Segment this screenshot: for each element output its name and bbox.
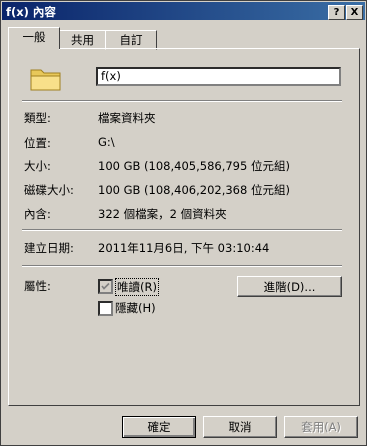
separator [22, 100, 342, 102]
separator [22, 229, 342, 231]
size-on-disk-value: 100 GB (108,406,202,368 位元組) [98, 183, 290, 197]
folder-name-field[interactable]: f(x) [96, 67, 341, 86]
separator [22, 265, 342, 267]
cancel-button[interactable]: 取消 [203, 416, 277, 438]
folder-icon [30, 69, 61, 91]
help-button[interactable]: ? [328, 5, 345, 20]
readonly-label[interactable]: 唯讀(R) [115, 278, 159, 296]
ok-button[interactable]: 確定 [122, 416, 196, 438]
hidden-checkbox[interactable] [98, 301, 113, 316]
size-label: 大小: [24, 159, 51, 173]
type-value: 檔案資料夾 [98, 111, 156, 125]
title-bar[interactable]: f(x) 內容 ? X [2, 2, 365, 20]
contains-value: 322 個檔案，2 個資料夾 [98, 207, 227, 221]
size-on-disk-label: 磁碟大小: [24, 183, 74, 197]
checkmark-icon [101, 282, 110, 290]
readonly-checkbox[interactable] [98, 279, 113, 294]
attributes-label: 屬性: [24, 279, 51, 293]
contains-label: 內含: [24, 207, 51, 221]
apply-button[interactable]: 套用(A) [284, 416, 358, 438]
tab-customize[interactable]: 自訂 [105, 30, 157, 50]
hidden-label[interactable]: 隱藏(H) [115, 300, 156, 316]
properties-window: f(x) 內容 ? X 一般 共用 自訂 f(x) 類型: 檔案資料夾 位置: … [0, 0, 367, 446]
advanced-button[interactable]: 進階(D)... [237, 276, 342, 297]
window-title: f(x) 內容 [6, 5, 56, 19]
type-label: 類型: [24, 111, 51, 125]
created-label: 建立日期: [24, 241, 74, 255]
tab-general[interactable]: 一般 [8, 27, 60, 49]
tab-sharing[interactable]: 共用 [59, 30, 106, 50]
close-button[interactable]: X [346, 5, 363, 20]
location-label: 位置: [24, 136, 51, 150]
size-value: 100 GB (108,405,586,795 位元組) [98, 159, 290, 173]
created-value: 2011年11月6日, 下午 03:10:44 [98, 241, 270, 255]
location-value: G:\ [98, 135, 115, 149]
